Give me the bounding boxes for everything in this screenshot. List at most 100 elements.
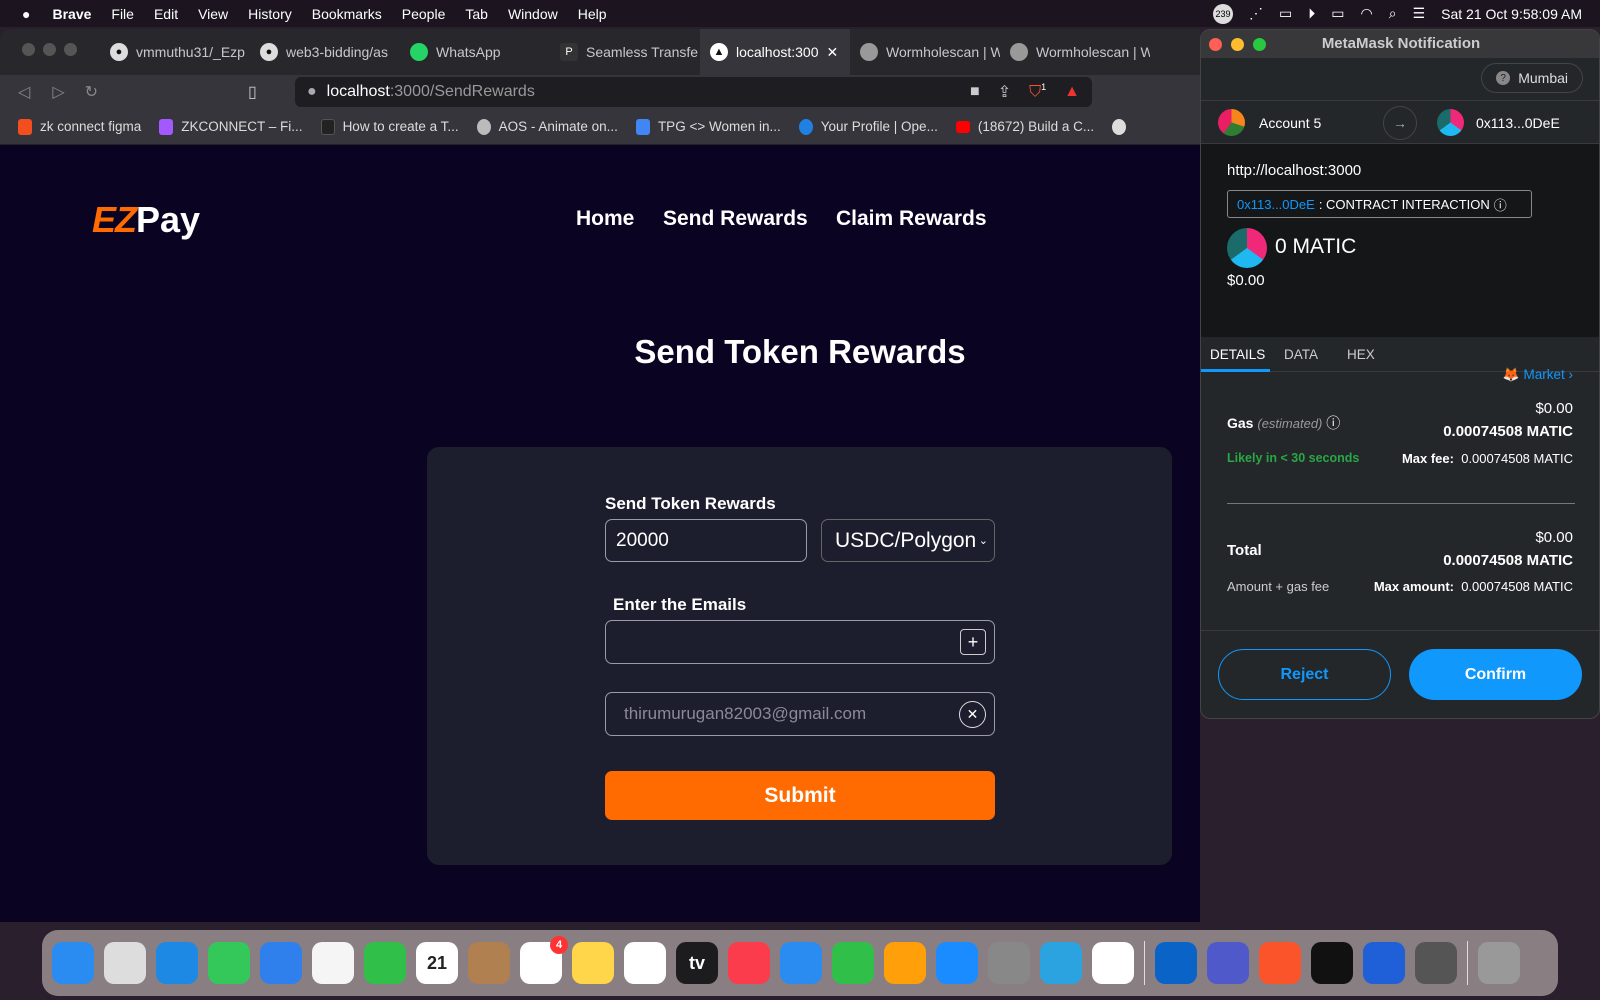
info-icon[interactable]: ⓘ [1326, 415, 1340, 431]
dock-pages-icon[interactable] [884, 942, 926, 984]
bookmark[interactable]: ZKCONNECT – Fi... [159, 118, 303, 135]
confirm-button[interactable]: Confirm [1409, 649, 1582, 700]
tab[interactable]: P Seamless Transfe [550, 29, 700, 75]
dock-numbers-icon[interactable] [832, 942, 874, 984]
bookmark[interactable]: TPG <> Women in... [635, 118, 781, 135]
dock-music-icon[interactable] [728, 942, 770, 984]
remove-email-button[interactable]: ✕ [959, 700, 986, 728]
menu-window[interactable]: Window [508, 6, 558, 22]
minimize-window-button[interactable] [1231, 38, 1244, 51]
reload-icon[interactable]: ↻ [85, 82, 98, 102]
tab-active[interactable]: ▲ localhost:300 ✕ [700, 29, 850, 75]
dock-mail-icon[interactable] [260, 942, 302, 984]
battery-icon[interactable]: ▭ [1331, 5, 1344, 22]
bookmark-icon[interactable]: ▯ [248, 82, 257, 102]
token-select[interactable]: USDC/Polygon ⌄ [821, 519, 995, 562]
added-email-field[interactable]: thirumurugan82003@gmail.com ✕ [605, 692, 995, 736]
tab[interactable]: Wormholescan | W [850, 29, 1000, 75]
dock-trash-icon[interactable] [1478, 942, 1520, 984]
brave-rewards-icon[interactable]: ▲ [1064, 83, 1080, 101]
menu-edit[interactable]: Edit [154, 6, 178, 22]
bookmark[interactable]: Your Profile | Ope... [798, 118, 938, 135]
submit-button[interactable]: Submit [605, 771, 995, 820]
contract-address-link[interactable]: 0x113...0DeE [1237, 197, 1315, 212]
dock-contacts-icon[interactable] [468, 942, 510, 984]
dock-freeform-icon[interactable] [624, 942, 666, 984]
dock-system-settings-icon[interactable] [988, 942, 1030, 984]
menu-bookmarks[interactable]: Bookmarks [312, 6, 382, 22]
dock-brave-icon[interactable] [1259, 942, 1301, 984]
address-bar[interactable]: ● localhost:3000/SendRewards ■ ⇪ ⛉1 ▲ [295, 77, 1092, 107]
dock-teams-icon[interactable] [1207, 942, 1249, 984]
forward-icon[interactable]: ▷ [52, 82, 64, 102]
dock-facetime-icon[interactable] [364, 942, 406, 984]
tab-details[interactable]: DETAILS [1210, 347, 1265, 362]
info-icon[interactable]: ⓘ [1494, 195, 1507, 214]
tab[interactable]: ● vmmuthu31/_Ezp [100, 29, 250, 75]
share-icon[interactable]: ⇪ [998, 82, 1011, 102]
dock-app-store-icon[interactable] [936, 942, 978, 984]
dock-calendar-icon[interactable]: 21 [416, 942, 458, 984]
bookmark[interactable]: zk connect figma [18, 118, 141, 135]
network-selector[interactable]: ? Mumbai [1481, 63, 1583, 93]
market-gas-button[interactable]: 🦊 Market › [1503, 367, 1573, 383]
dock-telegram-icon[interactable] [1040, 942, 1082, 984]
info-icon[interactable]: ● [307, 83, 317, 101]
nav-claim-rewards[interactable]: Claim Rewards [836, 207, 987, 231]
menu-file[interactable]: File [111, 6, 134, 22]
dock-photos-icon[interactable] [312, 942, 354, 984]
menu-tab[interactable]: Tab [465, 6, 488, 22]
tab-hex[interactable]: HEX [1347, 347, 1375, 362]
close-tab-icon[interactable]: ✕ [827, 44, 839, 61]
dock-outlook-icon[interactable] [1155, 942, 1197, 984]
zoom-window-button[interactable] [1253, 38, 1266, 51]
dock-safari-icon[interactable] [156, 942, 198, 984]
tab[interactable]: Wormholescan | W [1000, 29, 1150, 75]
window-controls[interactable] [0, 43, 100, 61]
bookmark[interactable]: How to create a T... [320, 118, 459, 135]
dock-finder-icon[interactable] [52, 942, 94, 984]
dock-calculator-icon[interactable] [1415, 942, 1457, 984]
bookmark[interactable] [1112, 118, 1127, 135]
dock-vs-code-icon[interactable] [1092, 942, 1134, 984]
wifi-icon[interactable]: ◠ [1361, 5, 1373, 22]
dock-tv-icon[interactable]: tv [676, 942, 718, 984]
bookmark[interactable]: AOS - Animate on... [476, 118, 618, 135]
stage-manager-icon[interactable]: ▭ [1279, 5, 1292, 22]
to-address[interactable]: 0x113...0DeE [1476, 115, 1560, 131]
close-window-button[interactable] [1209, 38, 1222, 51]
nav-home[interactable]: Home [576, 207, 634, 231]
menu-people[interactable]: People [402, 6, 446, 22]
reject-button[interactable]: Reject [1218, 649, 1391, 700]
menu-help[interactable]: Help [578, 6, 607, 22]
ezpay-logo[interactable]: EZ Pay [92, 199, 200, 241]
clock[interactable]: Sat 21 Oct 9:58:09 AM [1441, 6, 1582, 22]
play-icon[interactable]: ⏵ [1308, 5, 1315, 22]
email-input[interactable]: + [605, 620, 995, 664]
control-center-icon[interactable]: ☰ [1413, 5, 1426, 22]
dots-icon[interactable]: ⋰ [1249, 5, 1263, 22]
menu-brave[interactable]: Brave [52, 6, 91, 22]
menu-view[interactable]: View [198, 6, 228, 22]
add-email-button[interactable]: + [960, 629, 986, 655]
search-icon[interactable]: ⌕ [1389, 5, 1397, 22]
tab-data[interactable]: DATA [1284, 347, 1318, 362]
brave-shields-icon[interactable]: ⛉1 [1029, 82, 1046, 101]
back-icon[interactable]: ◁ [18, 82, 30, 102]
dock-keynote-icon[interactable] [780, 942, 822, 984]
apple-icon[interactable]: ● [22, 6, 30, 22]
amount-input[interactable]: 20000 [605, 519, 807, 562]
tab[interactable]: ● web3-bidding/as [250, 29, 400, 75]
dock-maps-pin-icon[interactable] [1363, 942, 1405, 984]
menu-history[interactable]: History [248, 6, 292, 22]
nav-send-rewards[interactable]: Send Rewards [663, 207, 808, 231]
bookmark[interactable]: (18672) Build a C... [955, 119, 1094, 134]
dock-launchpad-icon[interactable] [104, 942, 146, 984]
tab[interactable]: WhatsApp [400, 29, 550, 75]
status-badge-icon[interactable]: 239 [1213, 3, 1234, 24]
dock-reminders-icon[interactable]: 4 [520, 936, 568, 984]
dock-notes-icon[interactable] [572, 942, 614, 984]
dock-messages-icon[interactable] [208, 942, 250, 984]
camera-icon[interactable]: ■ [970, 83, 980, 101]
dock-terminal-icon[interactable] [1311, 942, 1353, 984]
